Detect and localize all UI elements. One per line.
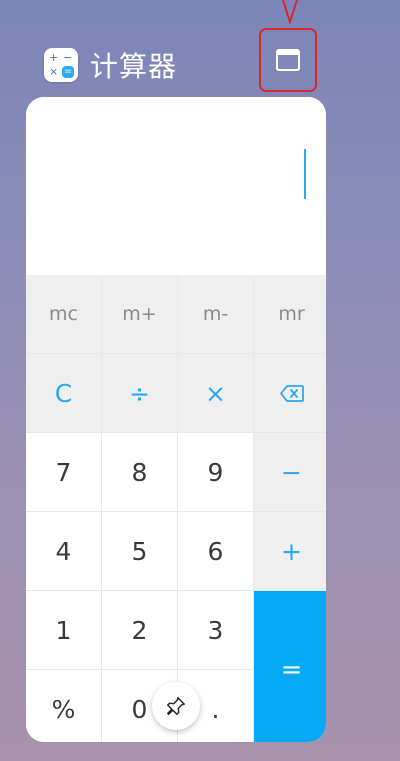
mc-button[interactable]: mc: [26, 275, 101, 353]
pin-button[interactable]: [152, 682, 200, 730]
percent-button[interactable]: %: [26, 670, 101, 742]
app-title: 计算器: [90, 50, 178, 83]
backspace-button[interactable]: [254, 354, 326, 432]
app-header: + − × = 计算器: [44, 46, 177, 84]
keypad: mc m+ m- mr C ÷ × 7 8 9 − 4 5 6 + 1 2 3 …: [26, 275, 326, 742]
backspace-icon: [279, 384, 304, 402]
window-mode-button[interactable]: [259, 28, 317, 92]
pin-icon: [167, 697, 185, 715]
display-area[interactable]: [26, 97, 326, 274]
text-cursor: [304, 149, 306, 199]
window-mode-icon: [276, 49, 300, 71]
equals-button[interactable]: =: [254, 591, 326, 742]
m-plus-button[interactable]: m+: [102, 275, 177, 353]
calculator-card: mc m+ m- mr C ÷ × 7 8 9 − 4 5 6 + 1 2 3 …: [26, 97, 326, 742]
digit-4-button[interactable]: 4: [26, 512, 101, 590]
plus-button[interactable]: +: [254, 512, 326, 590]
annotation-arrow: [282, 0, 298, 24]
digit-8-button[interactable]: 8: [102, 433, 177, 511]
digit-1-button[interactable]: 1: [26, 591, 101, 669]
digit-2-button[interactable]: 2: [102, 591, 177, 669]
digit-9-button[interactable]: 9: [178, 433, 253, 511]
minus-button[interactable]: −: [254, 433, 326, 511]
m-minus-button[interactable]: m-: [178, 275, 253, 353]
calculator-app-icon: + − × =: [44, 48, 78, 82]
divide-button[interactable]: ÷: [102, 354, 177, 432]
digit-3-button[interactable]: 3: [178, 591, 253, 669]
multiply-button[interactable]: ×: [178, 354, 253, 432]
digit-6-button[interactable]: 6: [178, 512, 253, 590]
digit-5-button[interactable]: 5: [102, 512, 177, 590]
digit-7-button[interactable]: 7: [26, 433, 101, 511]
mr-button[interactable]: mr: [254, 275, 326, 353]
clear-button[interactable]: C: [26, 354, 101, 432]
